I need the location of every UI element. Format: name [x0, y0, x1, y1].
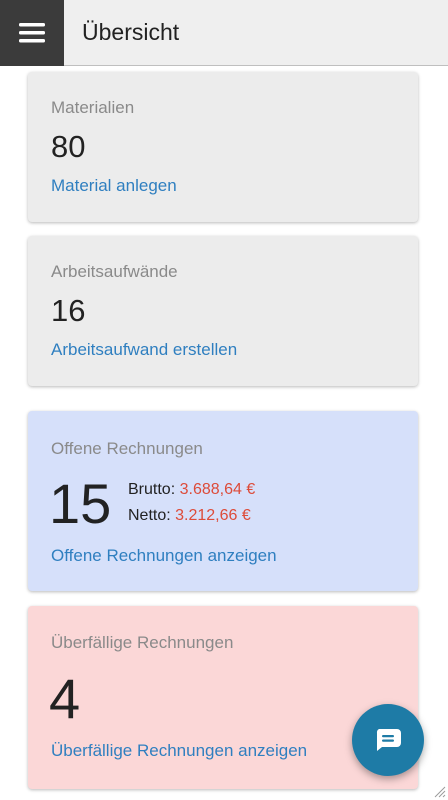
gross-amount-line: Brutto: 3.688,64 €: [128, 481, 255, 499]
open-invoices-count: 15: [49, 472, 112, 535]
open-invoices-card: Offene Rechnungen 15 Brutto: 3.688,64 € …: [28, 411, 418, 591]
materials-label: Materialien: [51, 98, 135, 117]
menu-button[interactable]: [0, 0, 64, 66]
labor-card: Arbeitsaufwände 16 Arbeitsaufwand erstel…: [28, 236, 418, 386]
show-open-invoices-link[interactable]: Offene Rechnungen anzeigen: [51, 546, 277, 566]
open-invoices-label: Offene Rechnungen: [51, 439, 203, 458]
labor-count: 16: [51, 293, 86, 328]
net-amount-line: Netto: 3.212,66 €: [128, 507, 251, 525]
show-overdue-invoices-link[interactable]: Überfällige Rechnungen anzeigen: [51, 741, 307, 761]
overdue-invoices-count: 4: [49, 667, 81, 730]
labor-label: Arbeitsaufwände: [51, 262, 178, 281]
gross-label: Brutto:: [128, 481, 176, 498]
app-header: Übersicht: [0, 0, 448, 66]
resize-grip-icon[interactable]: [434, 786, 446, 798]
net-label: Netto:: [128, 507, 171, 524]
gross-value: 3.688,64 €: [179, 481, 256, 498]
chat-bubble-icon: [376, 729, 401, 751]
chat-button[interactable]: [352, 704, 424, 776]
create-labor-link[interactable]: Arbeitsaufwand erstellen: [51, 340, 237, 360]
app-root: Übersicht Materialien 80 Material anlege…: [0, 0, 448, 800]
add-material-link[interactable]: Material anlegen: [51, 176, 177, 196]
hamburger-menu-icon: [19, 22, 45, 42]
net-value: 3.212,66 €: [175, 507, 251, 524]
materials-card: Materialien 80 Material anlegen: [28, 72, 418, 222]
overdue-invoices-label: Überfällige Rechnungen: [51, 633, 234, 652]
page-title: Übersicht: [82, 19, 180, 45]
materials-count: 80: [51, 129, 86, 164]
